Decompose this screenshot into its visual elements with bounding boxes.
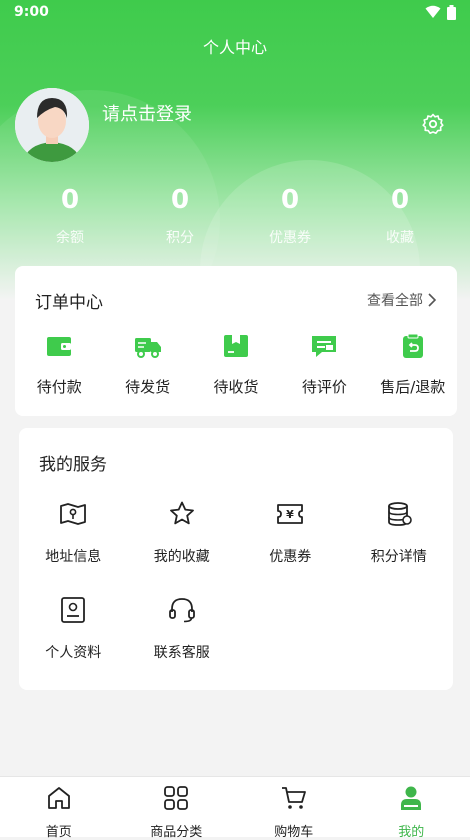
service-favorites[interactable]: 我的收藏 (128, 500, 237, 596)
service-address[interactable]: 地址信息 (19, 500, 128, 596)
service-label: 我的收藏 (128, 546, 237, 566)
stat-balance[interactable]: 0 余额 (15, 183, 125, 247)
wallet-icon (45, 332, 73, 360)
stat-value: 0 (235, 183, 345, 217)
stat-label: 积分 (125, 227, 235, 247)
chevron-right-icon (427, 293, 437, 307)
avatar[interactable] (15, 88, 89, 162)
tab-label: 首页 (0, 821, 118, 840)
home-icon (46, 785, 72, 811)
login-prompt[interactable]: 请点击登录 (102, 100, 192, 126)
coins-icon (385, 500, 413, 528)
svg-text:¥: ¥ (286, 508, 294, 521)
order-pending-review[interactable]: 待评价 (280, 332, 368, 397)
truck-icon (134, 332, 162, 360)
service-profile[interactable]: 个人资料 (19, 596, 128, 692)
order-status-label: 待付款 (15, 376, 103, 397)
profile-card-icon (59, 596, 87, 624)
my-services-title: 我的服务 (39, 450, 107, 475)
stat-label: 收藏 (345, 227, 455, 247)
user-icon (398, 785, 424, 811)
tab-categories[interactable]: 商品分类 (118, 777, 236, 837)
tab-cart[interactable]: 购物车 (235, 777, 353, 837)
services-grid: 地址信息 我的收藏 ¥ 优惠券 积分详情 (19, 500, 453, 692)
order-pending-receipt[interactable]: 待收货 (192, 332, 280, 397)
service-points-detail[interactable]: 积分详情 (345, 500, 454, 596)
stats-row: 0 余额 0 积分 0 优惠券 0 收藏 (15, 183, 455, 247)
service-coupons[interactable]: ¥ 优惠券 (236, 500, 345, 596)
order-pending-payment[interactable]: 待付款 (15, 332, 103, 397)
order-pending-shipment[interactable]: 待发货 (103, 332, 191, 397)
service-label: 联系客服 (128, 642, 237, 662)
comment-icon (310, 332, 338, 360)
stat-value: 0 (125, 183, 235, 217)
stat-coupons[interactable]: 0 优惠券 (235, 183, 345, 247)
tab-home[interactable]: 首页 (0, 777, 118, 837)
map-icon (59, 500, 87, 528)
view-all-label: 查看全部 (367, 290, 423, 310)
order-status-label: 待发货 (103, 376, 191, 397)
order-after-sales[interactable]: 售后/退款 (369, 332, 457, 397)
wifi-icon (425, 5, 441, 19)
order-status-label: 售后/退款 (369, 376, 457, 397)
service-label: 优惠券 (236, 546, 345, 566)
coupon-icon: ¥ (276, 500, 304, 528)
page-title: 个人中心 (0, 34, 470, 58)
profile-header: 9:00 个人中心 请点击登录 0 余额 0 积分 0 优惠券 (0, 0, 470, 300)
cart-icon (281, 785, 307, 811)
tab-label: 购物车 (235, 821, 353, 840)
bottom-tab-bar: 首页 商品分类 购物车 我的 (0, 776, 470, 837)
box-icon (222, 332, 250, 360)
refund-icon (399, 332, 427, 360)
my-services-card: 我的服务 地址信息 我的收藏 ¥ 优惠券 (19, 428, 453, 690)
stat-value: 0 (15, 183, 125, 217)
order-status-label: 待评价 (280, 376, 368, 397)
tab-label: 我的 (353, 821, 470, 840)
service-customer-support[interactable]: 联系客服 (128, 596, 237, 692)
order-center-card: 订单中心 查看全部 待付款 待发货 (15, 266, 457, 416)
stat-points[interactable]: 0 积分 (125, 183, 235, 247)
grid-icon (163, 785, 189, 811)
stat-label: 优惠券 (235, 227, 345, 247)
status-time: 9:00 (14, 4, 49, 20)
view-all-orders-link[interactable]: 查看全部 (367, 290, 437, 310)
headset-icon (168, 596, 196, 624)
star-icon (168, 500, 196, 528)
stat-favorites[interactable]: 0 收藏 (345, 183, 455, 247)
tab-mine[interactable]: 我的 (353, 777, 470, 837)
order-center-title: 订单中心 (35, 288, 103, 313)
status-bar: 9:00 (0, 0, 470, 26)
settings-gear-icon[interactable] (421, 112, 445, 136)
stat-label: 余额 (15, 227, 125, 247)
tab-label: 商品分类 (118, 821, 236, 840)
service-label: 积分详情 (345, 546, 454, 566)
service-label: 个人资料 (19, 642, 128, 662)
battery-icon (447, 5, 456, 20)
order-status-row: 待付款 待发货 待收货 (15, 332, 457, 397)
service-label: 地址信息 (19, 546, 128, 566)
order-status-label: 待收货 (192, 376, 280, 397)
stat-value: 0 (345, 183, 455, 217)
